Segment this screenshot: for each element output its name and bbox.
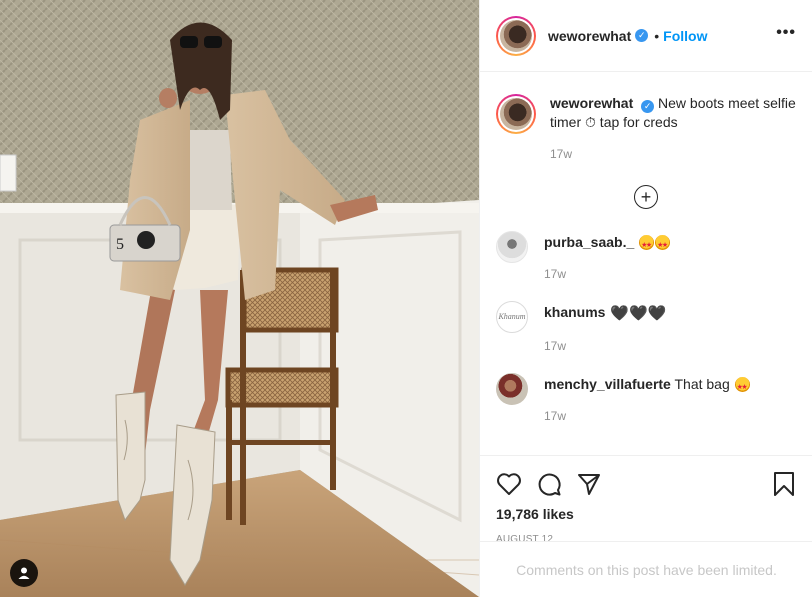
comment-timestamp[interactable]: 17w xyxy=(544,337,666,355)
paper-plane-icon xyxy=(578,474,600,495)
commenter-avatar[interactable]: Khanum xyxy=(496,300,528,333)
post-sidebar: weworewhat ✓ • Follow ••• weworewhat ✓ N… xyxy=(479,0,812,597)
header-separator: • xyxy=(654,27,660,44)
comment-button[interactable] xyxy=(536,464,576,504)
comment-text: 🖤🖤🖤 xyxy=(610,304,667,322)
verified-badge-icon: ✓ xyxy=(635,29,649,42)
comment-username[interactable]: menchy_villafuerte xyxy=(544,376,671,392)
comment-bubble-icon xyxy=(538,473,561,496)
star-struck-emoji-icon xyxy=(639,234,655,255)
comment-timestamp[interactable]: 17w xyxy=(544,407,750,425)
more-options-icon[interactable]: ••• xyxy=(776,24,796,48)
bookmark-icon xyxy=(774,472,794,496)
save-button[interactable] xyxy=(773,464,797,504)
post-header: weworewhat ✓ • Follow ••• xyxy=(480,0,812,72)
likes-count[interactable]: 19,786 likes xyxy=(496,506,797,522)
load-more-button[interactable]: + xyxy=(634,184,658,209)
comments-limited-notice: Comments on this post have been limited. xyxy=(480,541,812,597)
comment-username[interactable]: purba_saab._ xyxy=(544,234,634,250)
comment-item: Khanum khanums 🖤🖤🖤 17w xyxy=(496,300,796,355)
caption-username[interactable]: weworewhat xyxy=(550,95,633,111)
star-struck-emoji-icon xyxy=(655,234,671,255)
post-photo[interactable]: 5 xyxy=(0,0,479,597)
action-icons xyxy=(496,464,797,504)
caption-timestamp[interactable]: 17w xyxy=(550,145,796,163)
comment-item: menchy_villafuerte That bag 17w xyxy=(496,372,796,425)
commenter-avatar[interactable] xyxy=(496,230,528,263)
share-button[interactable] xyxy=(576,464,616,504)
heart-outline-icon xyxy=(497,473,521,495)
svg-text:5: 5 xyxy=(116,236,124,253)
comment-username[interactable]: khanums xyxy=(544,304,605,320)
comment-text: That bag xyxy=(674,375,730,392)
follow-button[interactable]: Follow xyxy=(663,28,707,44)
comment-timestamp[interactable]: 17w xyxy=(544,265,670,283)
author-username[interactable]: weworewhat xyxy=(548,28,631,44)
post-actions: 19,786 likes AUGUST 12 xyxy=(480,455,812,545)
author-avatar[interactable] xyxy=(496,15,536,56)
comment-item: purba_saab._ 17w xyxy=(496,230,796,283)
load-more-comments: + xyxy=(496,184,796,209)
user-icon xyxy=(18,567,30,579)
verified-badge-icon: ✓ xyxy=(641,99,655,113)
caption-avatar[interactable] xyxy=(496,94,536,134)
post-caption: weworewhat ✓ New boots meet selfie timer… xyxy=(496,94,796,163)
like-button[interactable] xyxy=(496,464,536,504)
photo-scene: 5 xyxy=(0,0,479,597)
tagged-users-button[interactable] xyxy=(10,559,38,587)
commenter-avatar[interactable] xyxy=(496,372,528,405)
star-struck-emoji-icon xyxy=(734,376,750,397)
comments-list[interactable]: weworewhat ✓ New boots meet selfie timer… xyxy=(480,72,812,454)
